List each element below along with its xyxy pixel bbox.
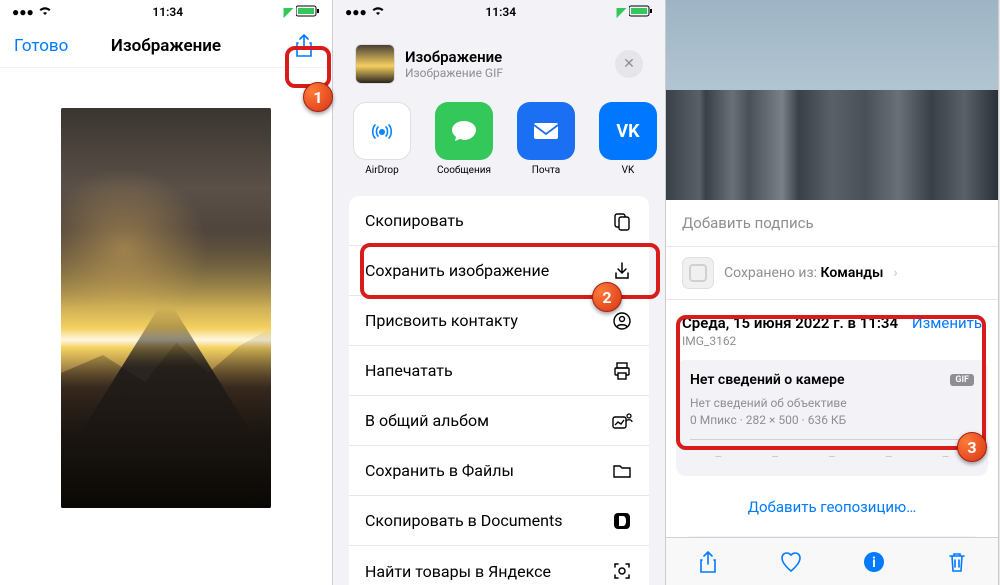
share-app-messages[interactable]: Сообщения <box>423 102 505 176</box>
action-copy-documents[interactable]: Скопировать в Documents <box>349 496 649 546</box>
chevron-right-icon: › <box>893 265 897 281</box>
battery-icon <box>629 5 653 20</box>
share-app-airdrop[interactable]: AirDrop <box>341 102 423 176</box>
camera-info-title: Нет сведений о камере <box>690 372 845 388</box>
status-bar: ●●● 11:34 ◤ <box>333 0 665 24</box>
saved-from-text: Сохранено из: Команды <box>724 265 883 281</box>
image-viewport[interactable] <box>0 68 332 548</box>
status-time: 11:34 <box>152 5 183 19</box>
app-label: AirDrop <box>365 165 399 176</box>
print-icon <box>611 360 633 382</box>
wifi-icon <box>371 5 385 19</box>
callout-badge-3: 3 <box>957 432 987 462</box>
share-icon[interactable] <box>695 549 721 575</box>
action-label: Напечатать <box>365 361 453 380</box>
nav-title: Изображение <box>111 36 221 56</box>
action-label: В общий альбом <box>365 411 489 430</box>
saved-from-row[interactable]: Сохранено из: Команды › <box>666 246 998 300</box>
action-shared-album[interactable]: В общий альбом <box>349 396 649 446</box>
share-button[interactable] <box>290 32 318 60</box>
action-list: Скопировать Сохранить изображение Присво… <box>349 196 649 585</box>
camera-info-box: Нет сведений о камере GIF Нет сведений о… <box>676 360 988 476</box>
share-app-vk[interactable]: VKVK <box>587 102 657 176</box>
battery-icon <box>296 5 320 20</box>
action-label: Сохранить в Файлы <box>365 461 514 480</box>
screen-image-preview: ●●● 11:34 ◤ Готово Изображение <box>0 0 333 585</box>
bottom-toolbar: i <box>666 537 998 585</box>
add-geo-button[interactable]: Добавить геопозицию… <box>666 484 998 530</box>
trash-icon[interactable] <box>944 549 970 575</box>
photo-filename: IMG_3162 <box>682 334 898 348</box>
sheet-thumbnail <box>355 44 395 84</box>
signal-icon: ●●● <box>345 5 367 19</box>
action-label: Скопировать <box>365 211 464 230</box>
share-apps-row[interactable]: AirDrop Сообщения Почта VKVK Te <box>341 94 657 188</box>
action-save-files[interactable]: Сохранить в Файлы <box>349 446 649 496</box>
copy-icon <box>611 210 633 232</box>
lens-info: Нет сведений об объективе <box>690 396 974 410</box>
sheet-title: Изображение <box>405 48 605 66</box>
action-label: Присвоить контакту <box>365 311 518 330</box>
screen-photo-info: Добавить подпись Сохранено из: Команды ›… <box>666 0 999 585</box>
info-icon[interactable]: i <box>861 549 887 575</box>
save-image-icon <box>611 260 633 282</box>
close-button[interactable]: ✕ <box>615 50 643 78</box>
photo-specs: 0 Мпикс · 282 × 500 · 636 КБ <box>690 413 974 427</box>
date-row: Среда, 15 июня 2022 г. в 11:34 IMG_3162 … <box>666 300 998 352</box>
action-label: Скопировать в Documents <box>365 511 562 530</box>
sheet-header: Изображение Изображение GIF ✕ <box>341 30 657 94</box>
done-button[interactable]: Готово <box>14 36 68 56</box>
status-bar: ●●● 11:34 ◤ <box>0 0 332 24</box>
folder-icon <box>611 460 633 482</box>
nav-bar: Готово Изображение <box>0 24 332 68</box>
app-label: VK <box>622 165 635 176</box>
action-yandex-search[interactable]: Найти товары в Яндексе <box>349 546 649 585</box>
sheet-subtitle: Изображение GIF <box>405 66 605 80</box>
location-icon: ◤ <box>617 5 626 19</box>
wifi-icon <box>38 5 52 19</box>
scan-icon <box>611 560 633 582</box>
status-time: 11:34 <box>485 5 516 19</box>
signal-icon: ●●● <box>12 5 34 19</box>
exif-dash-row: ––––– <box>690 439 974 464</box>
app-label: Почта <box>532 165 560 176</box>
action-label: Найти товары в Яндексе <box>365 562 551 581</box>
share-app-mail[interactable]: Почта <box>505 102 587 176</box>
edit-button[interactable]: Изменить <box>912 314 982 332</box>
action-copy[interactable]: Скопировать <box>349 196 649 246</box>
svg-text:i: i <box>872 555 876 571</box>
photo-preview[interactable] <box>666 0 998 200</box>
action-label: Сохранить изображение <box>365 261 549 280</box>
action-print[interactable]: Напечатать <box>349 346 649 396</box>
documents-app-icon <box>611 510 633 532</box>
location-icon: ◤ <box>284 5 293 19</box>
caption-input[interactable]: Добавить подпись <box>666 200 998 246</box>
contact-icon <box>611 310 633 332</box>
gif-badge: GIF <box>950 374 974 386</box>
shared-album-icon <box>611 410 633 432</box>
favorite-icon[interactable] <box>778 549 804 575</box>
callout-badge-1: 1 <box>303 82 333 112</box>
preview-image <box>61 108 271 508</box>
shortcuts-app-icon <box>682 257 714 289</box>
app-label: Сообщения <box>437 165 491 176</box>
callout-badge-2: 2 <box>592 282 622 312</box>
photo-date: Среда, 15 июня 2022 г. в 11:34 <box>682 314 898 332</box>
